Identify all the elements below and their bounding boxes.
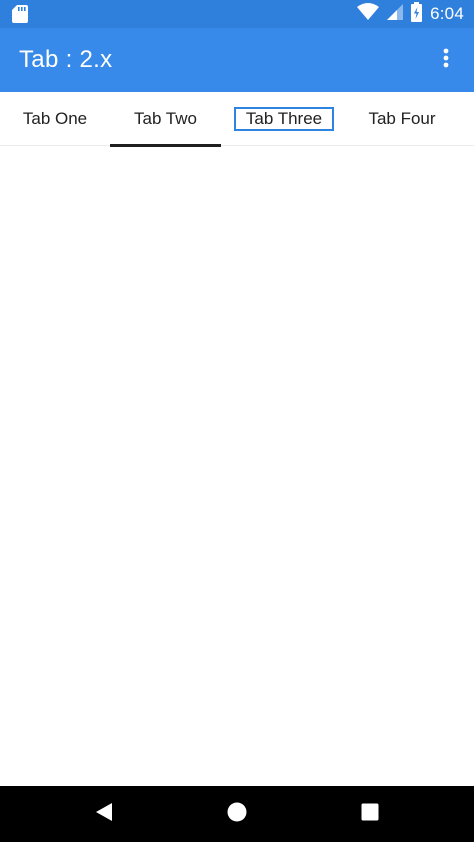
tab-label: Tab One <box>22 109 88 128</box>
tab-two[interactable]: Tab Two <box>110 92 221 146</box>
home-button[interactable] <box>223 800 251 828</box>
tab-label: Tab Four <box>368 109 436 128</box>
cell-signal-icon <box>387 3 404 25</box>
page-title: Tab : 2.x <box>19 46 113 73</box>
tab-label-focused: Tab Three <box>233 107 335 131</box>
battery-charging-icon <box>411 1 423 27</box>
back-icon <box>95 802 113 827</box>
overflow-menu-button[interactable] <box>428 42 464 78</box>
back-button[interactable] <box>90 800 118 828</box>
tab-three[interactable]: Tab Three <box>221 92 347 146</box>
more-vert-icon <box>443 48 449 73</box>
system-nav-bar <box>0 786 474 842</box>
recents-icon <box>361 803 379 826</box>
status-time: 6:04 <box>430 4 464 23</box>
recents-button[interactable] <box>356 800 384 828</box>
tab-bar: Tab One Tab Two Tab Three Tab Four <box>0 92 474 147</box>
tab-content-area <box>0 147 474 786</box>
wifi-icon <box>357 3 380 25</box>
tab-one[interactable]: Tab One <box>0 92 110 146</box>
status-bar: 6:04 <box>0 0 474 28</box>
app-bar: Tab : 2.x <box>0 28 474 92</box>
tab-label: Tab Two <box>133 109 197 128</box>
tab-four[interactable]: Tab Four <box>347 92 457 146</box>
sd-card-icon <box>12 5 28 23</box>
home-icon <box>227 802 247 827</box>
